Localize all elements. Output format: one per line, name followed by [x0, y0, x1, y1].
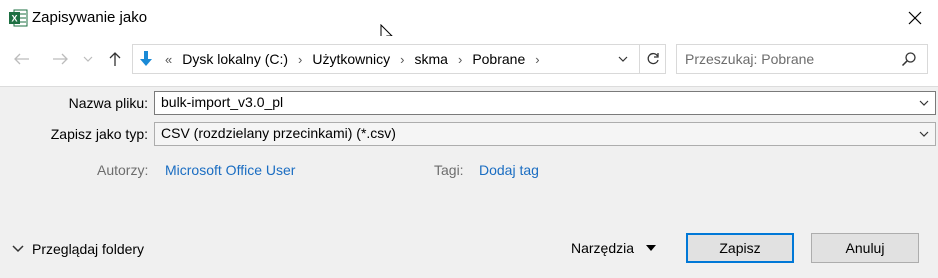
filename-label: Nazwa pliku: [68, 95, 148, 111]
close-icon [908, 11, 922, 25]
refresh-button[interactable] [639, 45, 665, 73]
breadcrumb-separator-icon[interactable]: › [396, 52, 408, 67]
chevron-down-icon [12, 245, 24, 253]
browse-folders-toggle[interactable]: Przeglądaj foldery [12, 241, 144, 257]
up-button[interactable] [102, 47, 128, 71]
tools-label: Narzędzia [571, 240, 635, 256]
arrow-left-icon [14, 53, 29, 65]
breadcrumb-separator-icon[interactable]: › [294, 52, 306, 67]
excel-icon: X [8, 8, 28, 28]
cancel-button[interactable]: Anuluj [811, 233, 919, 263]
navigation-bar: « Dysk lokalny (C:) › Użytkownicy › skma… [0, 36, 938, 86]
filename-value[interactable]: bulk-import_v3.0_pl [161, 94, 283, 110]
chevron-down-icon [83, 56, 93, 62]
search-input[interactable] [685, 50, 895, 68]
title-bar: X Zapisywanie jako [0, 0, 938, 45]
breadcrumb-item-user[interactable]: skma [409, 51, 454, 67]
breadcrumb-item-drive[interactable]: Dysk lokalny (C:) [176, 51, 294, 67]
filename-field[interactable]: bulk-import_v3.0_pl [154, 91, 936, 115]
filetype-select[interactable]: CSV (rozdzielany przecinkami) (*.csv) [154, 122, 936, 146]
arrow-up-icon [109, 52, 121, 66]
caret-down-icon [646, 245, 657, 251]
tools-menu-button[interactable]: Narzędzia [571, 237, 657, 259]
back-button[interactable] [8, 47, 36, 71]
breadcrumb-separator-icon[interactable]: › [454, 52, 466, 67]
save-options-panel: Nazwa pliku: bulk-import_v3.0_pl Zapisz … [0, 86, 938, 278]
add-tag-link[interactable]: Dodaj tag [479, 162, 539, 178]
recent-locations-button[interactable] [78, 47, 98, 71]
window-title: Zapisywanie jako [32, 9, 148, 26]
filetype-value[interactable]: CSV (rozdzielany przecinkami) (*.csv) [161, 125, 396, 141]
breadcrumb-separator-icon[interactable]: › [531, 52, 543, 67]
browse-folders-label: Przeglądaj foldery [32, 241, 145, 257]
breadcrumb-item-downloads[interactable]: Pobrane [466, 51, 531, 67]
search-icon[interactable] [901, 51, 917, 67]
breadcrumb-item-users[interactable]: Użytkownicy [306, 51, 396, 67]
download-folder-icon [137, 50, 155, 68]
tags-label: Tagi: [434, 162, 464, 178]
authors-label: Autorzy: [97, 162, 149, 178]
breadcrumb: « Dysk lokalny (C:) › Użytkownicy › skma… [161, 45, 544, 73]
filetype-label: Zapisz jako typ: [50, 126, 148, 142]
search-box[interactable] [676, 44, 928, 74]
authors-value[interactable]: Microsoft Office User [165, 162, 295, 178]
chevron-down-icon[interactable] [917, 127, 931, 141]
svg-text:X: X [11, 14, 17, 24]
chevron-down-icon [618, 56, 628, 62]
address-bar[interactable]: « Dysk lokalny (C:) › Użytkownicy › skma… [132, 44, 666, 74]
address-history-button[interactable] [611, 45, 635, 73]
forward-button[interactable] [46, 47, 74, 71]
arrow-right-icon [53, 53, 68, 65]
chevron-down-icon[interactable] [917, 96, 931, 110]
refresh-icon [647, 52, 659, 65]
breadcrumb-overflow[interactable]: « [161, 52, 176, 67]
close-button[interactable] [892, 0, 938, 36]
save-button[interactable]: Zapisz [686, 233, 794, 263]
